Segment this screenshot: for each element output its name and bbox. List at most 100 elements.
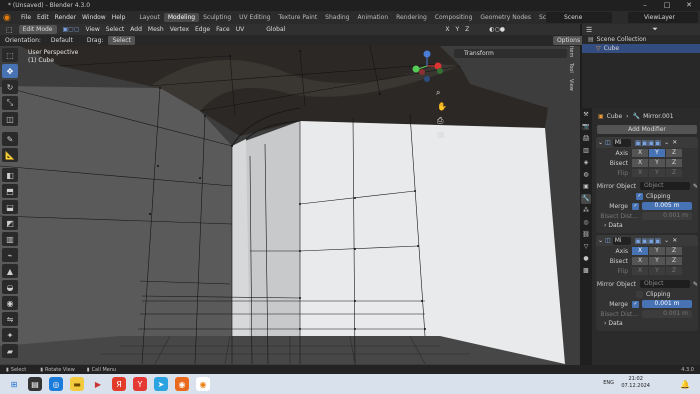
windows-start-icon[interactable]: ⊞ bbox=[7, 377, 21, 391]
modifier-toggle-icons[interactable]: ▣▣▣▣ bbox=[635, 237, 661, 245]
shear-tool-icon[interactable]: ▰ bbox=[2, 344, 18, 358]
bisect-z-toggle[interactable]: Z bbox=[666, 159, 682, 167]
world-tab-icon[interactable]: ◍ bbox=[581, 170, 591, 180]
transform-orientation-dropdown[interactable]: Global bbox=[266, 26, 285, 33]
pan-hand-icon[interactable]: ✋ bbox=[437, 102, 447, 111]
measure-tool-icon[interactable]: 📐 bbox=[2, 148, 18, 162]
select-box-tool-icon[interactable]: ⬚ bbox=[2, 48, 18, 62]
editor-type-icon[interactable]: ⬚ bbox=[6, 26, 13, 34]
modifier-tab-icon[interactable]: 🔧 bbox=[581, 194, 591, 204]
axis-z-toggle[interactable]: Z bbox=[666, 247, 682, 255]
eyedropper-icon[interactable]: ✎ bbox=[693, 183, 698, 190]
maximize-button[interactable]: □ bbox=[656, 0, 678, 11]
select-mode-icons[interactable]: ▣▢▢ bbox=[63, 26, 80, 33]
annotate-tool-icon[interactable]: ✎ bbox=[2, 132, 18, 146]
music-app-icon[interactable]: ◉ bbox=[175, 377, 189, 391]
tab-view[interactable]: View bbox=[568, 79, 574, 91]
modifier-toggle-icons[interactable]: ▣▣▣▣ bbox=[635, 139, 661, 147]
loop-cut-tool-icon[interactable]: ▥ bbox=[2, 232, 18, 246]
data-subpanel[interactable]: › Data bbox=[596, 319, 698, 329]
merge-distance-field[interactable]: 0.001 m bbox=[642, 300, 692, 308]
eyedropper-icon[interactable]: ✎ bbox=[693, 281, 698, 288]
object-tab-icon[interactable]: ▣ bbox=[581, 182, 591, 192]
view-layer-tab-icon[interactable]: ▥ bbox=[581, 146, 591, 156]
scale-tool-icon[interactable]: ⤡ bbox=[2, 96, 18, 110]
smooth-tool-icon[interactable]: ◉ bbox=[2, 296, 18, 310]
dropdown-icon[interactable]: ⌄ bbox=[664, 237, 669, 244]
inset-tool-icon[interactable]: ⬓ bbox=[2, 200, 18, 214]
material-tab-icon[interactable]: ● bbox=[581, 254, 591, 264]
tab-compositing[interactable]: Compositing bbox=[431, 13, 477, 22]
tab-shading[interactable]: Shading bbox=[321, 13, 353, 22]
flip-z-toggle[interactable]: Z bbox=[666, 267, 682, 275]
menu-window[interactable]: Window bbox=[82, 14, 106, 21]
add-modifier-button[interactable]: Add Modifier bbox=[597, 125, 697, 134]
clipping-checkbox[interactable]: ✓ bbox=[636, 192, 643, 200]
move-tool-icon[interactable]: ✥ bbox=[2, 64, 18, 78]
flip-x-toggle[interactable]: X bbox=[632, 169, 648, 177]
menu-help[interactable]: Help bbox=[112, 14, 126, 21]
bisect-z-toggle[interactable]: Z bbox=[666, 257, 682, 265]
options-dropdown[interactable]: Options bbox=[552, 36, 585, 45]
drag-dropdown[interactable]: Select Box bbox=[108, 36, 135, 53]
axis-x-toggle[interactable]: X bbox=[632, 247, 648, 255]
flip-y-toggle[interactable]: Y bbox=[649, 169, 665, 177]
texture-tab-icon[interactable]: ▩ bbox=[581, 266, 591, 276]
axis-x-toggle[interactable]: X bbox=[445, 26, 449, 33]
remove-modifier-icon[interactable]: ✕ bbox=[672, 139, 677, 146]
camera-view-icon[interactable]: ⎙ bbox=[437, 116, 443, 126]
axis-z-toggle[interactable]: Z bbox=[666, 149, 682, 157]
edge-slide-tool-icon[interactable]: ⇋ bbox=[2, 312, 18, 326]
media-app-icon[interactable]: ▶ bbox=[91, 377, 105, 391]
data-tab-icon[interactable]: ▽ bbox=[581, 242, 591, 252]
physics-tab-icon[interactable]: ◎ bbox=[581, 218, 591, 228]
tab-layout[interactable]: Layout bbox=[135, 13, 163, 22]
notifications-icon[interactable]: 🔔 bbox=[678, 377, 692, 391]
tab-rendering[interactable]: Rendering bbox=[392, 13, 431, 22]
browser-icon[interactable]: ◎ bbox=[49, 377, 63, 391]
dropdown-icon[interactable]: ⌄ bbox=[664, 139, 669, 146]
bisect-distance-field[interactable]: 0.001 m bbox=[642, 212, 692, 220]
perspective-grid-icon[interactable]: ▦ bbox=[437, 130, 445, 139]
minimize-button[interactable]: – bbox=[634, 0, 656, 11]
extrude-tool-icon[interactable]: ⬒ bbox=[2, 184, 18, 198]
3d-viewport[interactable]: User Perspective (1) Cube bbox=[0, 46, 580, 365]
modifier-name-field[interactable]: Mi bbox=[612, 236, 631, 245]
menu-mesh[interactable]: Mesh bbox=[148, 26, 164, 33]
flip-y-toggle[interactable]: Y bbox=[649, 267, 665, 275]
axis-y-toggle[interactable]: Y bbox=[649, 247, 665, 255]
shading-mode-icons[interactable]: ◐○● bbox=[489, 26, 505, 33]
filter-icon[interactable]: ⏷ bbox=[652, 25, 658, 34]
remove-modifier-icon[interactable]: ✕ bbox=[672, 237, 677, 244]
mode-dropdown[interactable]: Edit Mode bbox=[18, 25, 57, 34]
tab-modeling[interactable]: Modeling bbox=[163, 13, 200, 22]
axis-z-toggle[interactable]: Z bbox=[465, 26, 469, 33]
menu-view[interactable]: View bbox=[86, 26, 100, 33]
spin-tool-icon[interactable]: ◒ bbox=[2, 280, 18, 294]
menu-add[interactable]: Add bbox=[130, 26, 142, 33]
telegram-icon[interactable]: ➤ bbox=[154, 377, 168, 391]
menu-render[interactable]: Render bbox=[55, 14, 76, 21]
merge-distance-field[interactable]: 0.005 m bbox=[642, 202, 692, 210]
bisect-x-toggle[interactable]: X bbox=[632, 257, 648, 265]
tool-tab-icon[interactable]: ⚒ bbox=[581, 110, 591, 120]
poly-build-tool-icon[interactable]: ▲ bbox=[2, 264, 18, 278]
constraints-tab-icon[interactable]: ⛓ bbox=[581, 230, 591, 240]
blender-logo-icon[interactable]: ◉ bbox=[3, 13, 15, 23]
yandex-icon[interactable]: Y bbox=[133, 377, 147, 391]
mesh-canvas[interactable] bbox=[0, 46, 580, 365]
menu-vertex[interactable]: Vertex bbox=[170, 26, 189, 33]
merge-checkbox[interactable]: ✓ bbox=[632, 202, 639, 210]
menu-select[interactable]: Select bbox=[106, 26, 125, 33]
scene-tab-icon[interactable]: ◈ bbox=[581, 158, 591, 168]
close-button[interactable]: ✕ bbox=[678, 0, 700, 11]
tab-sculpting[interactable]: Sculpting bbox=[199, 13, 235, 22]
bisect-distance-field[interactable]: 0.001 m bbox=[642, 310, 692, 318]
menu-face[interactable]: Face bbox=[216, 26, 230, 33]
outliner-scene-collection[interactable]: ▤ Scene Collection bbox=[582, 35, 700, 44]
menu-file[interactable]: File bbox=[21, 14, 31, 21]
add-cube-tool-icon[interactable]: ◧ bbox=[2, 168, 18, 182]
flip-x-toggle[interactable]: X bbox=[632, 267, 648, 275]
outliner-cube-row[interactable]: ▽ Cube bbox=[582, 44, 700, 53]
shrink-fatten-tool-icon[interactable]: ✦ bbox=[2, 328, 18, 342]
